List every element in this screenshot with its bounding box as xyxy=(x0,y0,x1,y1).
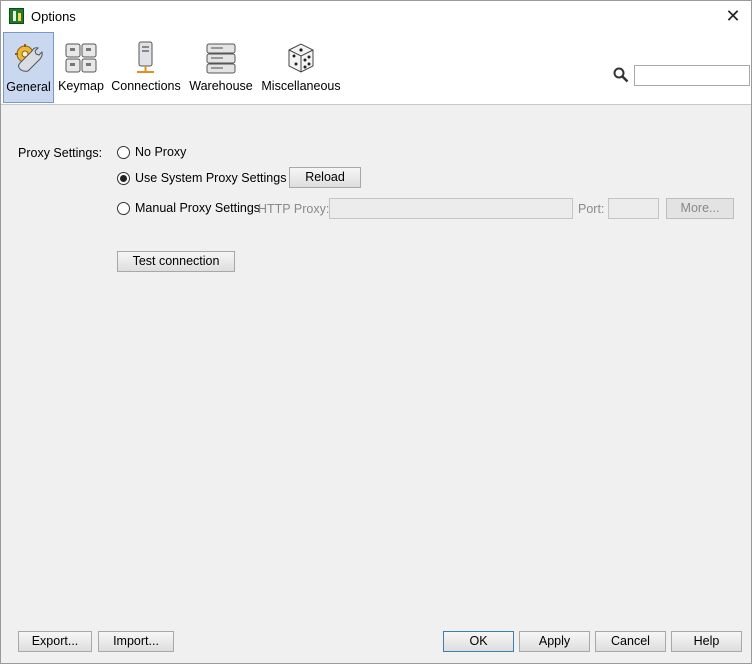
import-button[interactable]: Import... xyxy=(98,631,174,652)
radio-system-proxy-circle[interactable] xyxy=(117,171,130,185)
export-button[interactable]: Export... xyxy=(18,631,92,652)
more-button[interactable]: More... xyxy=(666,198,734,219)
options-dialog: Options ✕ General Keymap Connections War… xyxy=(0,0,752,664)
radio-system-proxy[interactable]: Use System Proxy Settings xyxy=(117,171,286,185)
tab-warehouse[interactable]: Warehouse xyxy=(186,32,256,103)
tab-warehouse-label: Warehouse xyxy=(189,79,253,93)
radio-no-proxy[interactable]: No Proxy xyxy=(117,145,186,159)
close-icon[interactable]: ✕ xyxy=(721,5,745,27)
window-title: Options xyxy=(31,9,76,24)
help-button[interactable]: Help xyxy=(671,631,742,652)
port-field[interactable] xyxy=(608,198,659,219)
app-icon xyxy=(9,8,24,24)
network-connections-icon xyxy=(137,41,154,73)
search-input[interactable] xyxy=(634,65,750,86)
tab-keymap[interactable]: Keymap xyxy=(56,32,106,103)
apply-button[interactable]: Apply xyxy=(519,631,590,652)
tab-general[interactable]: General xyxy=(3,32,54,103)
tab-general-label: General xyxy=(6,80,51,94)
proxy-settings-label: Proxy Settings: xyxy=(18,146,103,160)
general-settings-icon xyxy=(14,44,43,72)
tab-connections-label: Connections xyxy=(111,79,181,93)
category-toolbar: General Keymap Connections Warehouse Mis… xyxy=(1,32,751,105)
http-proxy-field[interactable] xyxy=(329,198,573,219)
radio-no-proxy-label: No Proxy xyxy=(135,145,187,159)
ok-button[interactable]: OK xyxy=(443,631,514,652)
radio-manual-proxy-label: Manual Proxy Settings xyxy=(135,201,261,215)
cancel-button[interactable]: Cancel xyxy=(595,631,666,652)
test-connection-button[interactable]: Test connection xyxy=(117,251,235,272)
dialog-footer: Export... Import... OK Apply Cancel Help xyxy=(1,625,751,663)
reload-button[interactable]: Reload xyxy=(289,167,361,188)
radio-system-proxy-label: Use System Proxy Settings xyxy=(135,171,287,185)
keyboard-icon xyxy=(65,43,97,73)
port-label: Port: xyxy=(578,202,605,216)
radio-no-proxy-circle[interactable] xyxy=(117,145,130,159)
tab-connections[interactable]: Connections xyxy=(109,32,183,103)
http-proxy-label: HTTP Proxy: xyxy=(258,202,330,216)
tab-miscellaneous[interactable]: Miscellaneous xyxy=(259,32,343,103)
radio-manual-proxy-circle[interactable] xyxy=(117,201,130,215)
dice-icon xyxy=(288,43,314,73)
tab-keymap-label: Keymap xyxy=(58,79,104,93)
server-drives-icon xyxy=(206,43,236,74)
general-panel: Proxy Settings: No Proxy Use System Prox… xyxy=(1,105,751,625)
search-icon xyxy=(613,67,629,83)
radio-manual-proxy[interactable]: Manual Proxy Settings xyxy=(117,201,260,215)
title-bar: Options ✕ xyxy=(1,1,751,32)
tab-miscellaneous-label: Miscellaneous xyxy=(261,79,341,93)
